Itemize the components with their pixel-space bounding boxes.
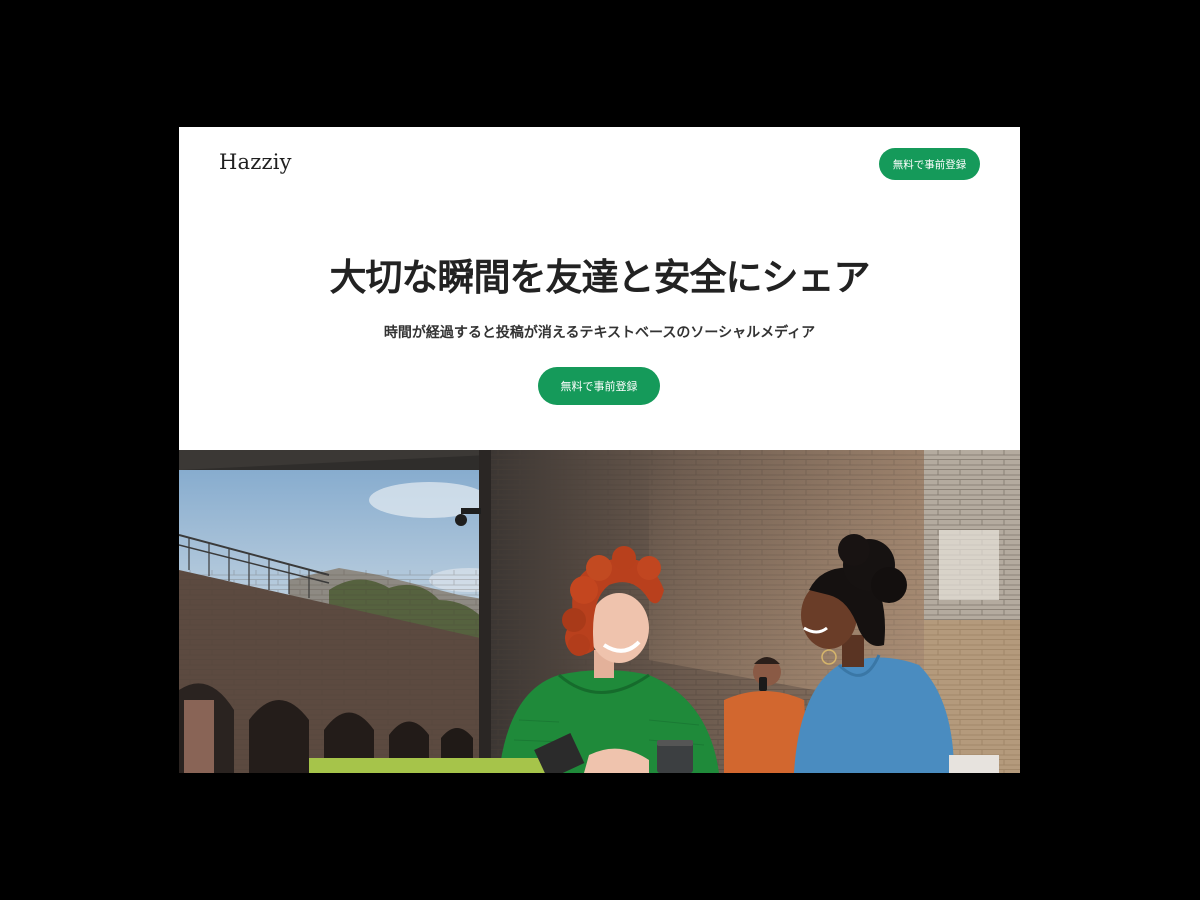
hero-photo-illustration bbox=[179, 450, 1020, 773]
nav-register-button[interactable]: 無料で事前登録 bbox=[879, 148, 980, 180]
hero-register-button[interactable]: 無料で事前登録 bbox=[538, 367, 660, 405]
landing-page: Hazziy 無料で事前登録 大切な瞬間を友達と安全にシェア 時間が経過すると投… bbox=[179, 127, 1020, 773]
hero-title: 大切な瞬間を友達と安全にシェア bbox=[329, 256, 871, 299]
top-nav: Hazziy 無料で事前登録 bbox=[179, 127, 1020, 203]
hero-subtitle: 時間が経過すると投稿が消えるテキストベースのソーシャルメディア bbox=[383, 325, 816, 341]
hero-photo bbox=[179, 450, 1020, 773]
brand-logo[interactable]: Hazziy bbox=[219, 150, 292, 174]
